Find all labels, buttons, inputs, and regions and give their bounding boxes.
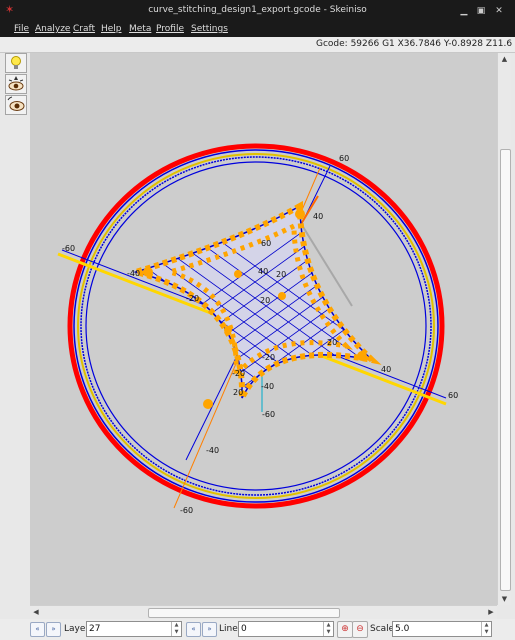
- minimize-icon[interactable]: ▁: [458, 6, 470, 17]
- compass-eye-icon: [8, 76, 24, 91]
- scale-value: 5.0: [395, 624, 410, 634]
- ruler-label: 20: [260, 296, 270, 305]
- menu-help[interactable]: Help: [101, 24, 122, 34]
- menu-meta[interactable]: Meta: [129, 24, 151, 34]
- menu-settings[interactable]: Settings: [191, 24, 228, 34]
- ruler-label: 60: [448, 391, 458, 400]
- horizontal-scroll-thumb[interactable]: [148, 608, 340, 618]
- line-spin-arrows[interactable]: ▲ ▼: [323, 622, 333, 636]
- menu-profile[interactable]: Profile: [156, 24, 184, 34]
- layer-spin-arrows[interactable]: ▲ ▼: [171, 622, 181, 636]
- star-infill: [124, 200, 382, 409]
- ruler-label: -60: [180, 506, 193, 515]
- lightbulb-button[interactable]: [5, 53, 27, 73]
- menu-analyze[interactable]: Analyze: [35, 24, 70, 34]
- close-icon[interactable]: ✕: [493, 6, 505, 17]
- menu-file[interactable]: File: [14, 24, 29, 34]
- ruler-label: 40: [381, 365, 391, 374]
- ruler-label: 40: [258, 267, 268, 276]
- ruler-label: 20: [327, 338, 337, 347]
- compass-eye-button[interactable]: [5, 74, 27, 94]
- line-prev-icon[interactable]: »: [202, 622, 217, 637]
- ruler-label: -20: [186, 294, 199, 303]
- ruler-label: -40: [206, 446, 219, 455]
- lightbulb-icon: [11, 56, 21, 69]
- line-first-icon[interactable]: «: [186, 622, 201, 637]
- ruler-label: 20: [233, 388, 243, 397]
- ruler-label: 60: [339, 154, 349, 163]
- ruler-label: -20: [262, 353, 275, 362]
- layer-first-icon[interactable]: «: [30, 622, 45, 637]
- vertical-scrollbar[interactable]: ▲ ▼: [497, 53, 511, 605]
- ruler-label: -60: [62, 244, 75, 253]
- scale-spin-arrows[interactable]: ▲ ▼: [481, 622, 491, 636]
- line-value: 0: [241, 624, 247, 634]
- ruler-label: -40: [261, 382, 274, 391]
- scroll-right-icon[interactable]: ▶: [485, 606, 497, 619]
- ruler-label: 60: [261, 239, 271, 248]
- window-title: curve_stitching_design1_export.gcode - S…: [148, 5, 367, 15]
- ruler-label: 40: [313, 212, 323, 221]
- title-bar: ✶ curve_stitching_design1_export.gcode -…: [0, 0, 515, 22]
- ruler-label: -20: [232, 369, 245, 378]
- zoom-in-icon[interactable]: ⊕: [337, 621, 353, 638]
- horizontal-scrollbar[interactable]: ◀ ▶: [30, 605, 497, 619]
- skeiniso-window: ✶ curve_stitching_design1_export.gcode -…: [0, 0, 515, 640]
- toolpath-view: -60 -40 60 40 60 40 -60 -40 60 40 20 -20…: [57, 143, 458, 515]
- layer-prev-icon[interactable]: »: [46, 622, 61, 637]
- eye-button[interactable]: [5, 95, 27, 115]
- scale-spinbox[interactable]: 5.0 ▲ ▼: [392, 621, 492, 637]
- ruler-label: 20: [276, 270, 286, 279]
- scroll-left-icon[interactable]: ◀: [30, 606, 42, 619]
- line-spinbox[interactable]: 0 ▲ ▼: [238, 621, 334, 637]
- ruler-label: -40: [127, 269, 140, 278]
- scroll-down-icon[interactable]: ▼: [498, 593, 511, 605]
- menu-craft[interactable]: Craft: [73, 24, 95, 34]
- zoom-out-icon[interactable]: ⊖: [352, 621, 368, 638]
- ruler-label: -60: [262, 410, 275, 419]
- maximize-icon[interactable]: ▣: [475, 6, 487, 17]
- toolpath-canvas[interactable]: -60 -40 60 40 60 40 -60 -40 60 40 20 -20…: [30, 53, 497, 605]
- layer-value: 27: [89, 624, 101, 634]
- gcode-status-bar: Gcode: 59266 G1 X36.7846 Y-0.8928 Z11.6 …: [0, 37, 515, 53]
- eye-icon: [7, 96, 25, 111]
- vertical-scroll-thumb[interactable]: [500, 149, 511, 591]
- bottom-controls: « » Layer: 27 ▲ ▼ « » Line: 0 ▲ ▼ ⊕ ⊖ Scal…: [0, 619, 515, 640]
- scroll-up-icon[interactable]: ▲: [498, 53, 511, 65]
- menu-bar: File Analyze Craft Help Meta Profile Set…: [0, 22, 515, 37]
- gcode-status-text: Gcode: 59266 G1 X36.7846 Y-0.8928 Z11.6 …: [316, 39, 515, 49]
- layer-spinbox[interactable]: 27 ▲ ▼: [86, 621, 182, 637]
